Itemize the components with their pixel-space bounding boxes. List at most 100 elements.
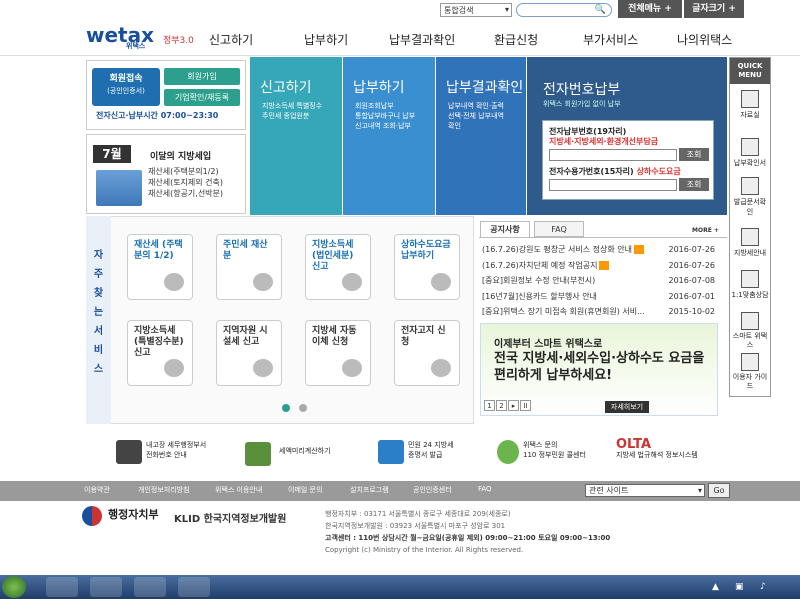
sidebar-char: 비 <box>93 345 104 356</box>
list-item: 재산세(토지제외 건축) <box>148 178 224 187</box>
search-icon[interactable]: 🔍 <box>595 5 606 15</box>
quick-doc-check[interactable]: 발급문서확인 <box>731 177 769 217</box>
ebill-customer-input[interactable] <box>549 179 677 191</box>
bottom-banner-phone[interactable]: 내고장 세무행정부서 전화번호 안내 <box>116 440 216 464</box>
list-item[interactable]: 회원조회납부 <box>355 101 415 111</box>
quick-label: 발급문서확인 <box>733 198 767 216</box>
quick-label: 납부확인서 <box>733 159 767 167</box>
news-title: [중요]회원정보 수정 안내(부천시) <box>482 276 596 285</box>
quick-tax-guide[interactable]: 지방세안내 <box>731 228 769 258</box>
start-icon[interactable] <box>2 576 26 598</box>
footer-link-cert[interactable]: 공인인증센터 <box>413 485 452 495</box>
all-menu-button[interactable]: 전체메뉴 + <box>618 0 682 18</box>
list-item[interactable]: 신고내역 조회·납부 <box>355 121 415 131</box>
quick-pay-confirm[interactable]: 납부확인서 <box>731 138 769 168</box>
nav-report[interactable]: 신고하기 <box>209 31 253 48</box>
panel-pay[interactable]: 납부하기 회원조회납부 통합납부바구니 납부 신고내역 조회·납부 <box>343 57 435 215</box>
panel-pay-result[interactable]: 납부결과확인 납부내역 확인·출력 선택·전체 납부내역 확인 <box>436 57 526 215</box>
go-button[interactable]: Go <box>708 483 730 498</box>
list-item[interactable]: 주민세 종업원분 <box>262 111 322 121</box>
nav-my-wetax[interactable]: 나의위택스 <box>677 31 732 48</box>
news-title: (16.7.26)강원도 평창군 서비스 정상화 안내 <box>482 245 632 254</box>
nav-pay-result[interactable]: 납부결과확인 <box>389 31 455 48</box>
tile-water-bill[interactable]: 상하수도요금 납부하기 <box>394 234 460 300</box>
news-title: (16.7.26)자치단체 예정 작업공지 <box>482 261 598 270</box>
tile-auto-transfer[interactable]: 지방세 자동이체 신청 <box>305 320 371 386</box>
news-item[interactable]: (16.7.26)강원도 평창군 서비스 정상화 안내 2016-07-26 <box>482 244 727 256</box>
join-button[interactable]: 회원가입 <box>164 68 240 85</box>
tab-faq[interactable]: FAQ <box>534 221 584 237</box>
search-input[interactable]: 🔍 <box>516 3 612 17</box>
pager-pause[interactable]: II <box>520 400 531 411</box>
bottom-banner-minwon[interactable]: 민원 24 지방세 증명서 발급 <box>378 440 478 464</box>
tile-income-tax-withholding[interactable]: 지방소득세 (특별징수분) 신고 <box>127 320 193 386</box>
nav-refund[interactable]: 환급신청 <box>494 31 538 48</box>
ebill-number-input[interactable] <box>549 149 677 161</box>
related-site-select[interactable]: 관련 사이트 <box>585 484 705 497</box>
tile-resident-tax[interactable]: 주민세 재산분 <box>216 234 282 300</box>
list-item[interactable]: 통합납부바구니 납부 <box>355 111 415 121</box>
nav-extra-service[interactable]: 부가서비스 <box>583 31 638 48</box>
bban-line: 전화번호 안내 <box>146 451 187 459</box>
panel-report[interactable]: 신고하기 지방소득세 특별징수 주민세 종업원분 <box>250 57 342 215</box>
quick-label: 1:1맞춤상담 <box>731 291 769 299</box>
tile-e-notice[interactable]: 전자고지 신청 <box>394 320 460 386</box>
tile-property-tax-house[interactable]: 재산세 (주택분의 1/2) <box>127 234 193 300</box>
acrobat-taskbar-icon[interactable] <box>178 577 210 597</box>
footer-link-email[interactable]: 이메일 문의 <box>288 485 322 495</box>
tile-income-tax-corp[interactable]: 지방소득세 (법인세분) 신고 <box>305 234 371 300</box>
ebill-sub: 위택스 회원가입 없이 납부 <box>543 100 621 108</box>
footer-link-faq[interactable]: FAQ <box>478 485 492 493</box>
list-item[interactable]: 선택·전체 납부내역 <box>448 111 504 121</box>
news-item[interactable]: [16년7월]신용카드 할부행사 안내 2016-07-01 <box>482 291 727 303</box>
nav-pay[interactable]: 납부하기 <box>304 31 348 48</box>
tile-resource-tax[interactable]: 지역자원 시설세 신고 <box>216 320 282 386</box>
doc-check-icon <box>741 177 759 195</box>
quick-label: 이용자 가이드 <box>732 373 768 390</box>
quick-smart-wetax[interactable]: 스마트 위택스 <box>731 312 769 350</box>
banner-detail-button[interactable]: 자세히보기 <box>605 401 649 413</box>
list-item[interactable]: 확인 <box>448 121 504 131</box>
ebill-title: 전자번호납부 <box>543 82 621 98</box>
network-icon[interactable]: ▣ <box>735 582 744 592</box>
footer-link-guide[interactable]: 위택스 이용안내 <box>215 485 262 495</box>
font-size-button[interactable]: 글자크기 + <box>684 0 744 18</box>
volume-icon[interactable]: ♪ <box>760 582 766 592</box>
app-taskbar-icon[interactable] <box>134 577 166 597</box>
ebill-form: 전자납부번호(19자리) 지방세·지방세외·환경개선부담금 조회 전자수용가번호… <box>542 120 714 200</box>
ie-taskbar-icon[interactable] <box>46 577 78 597</box>
quick-consult[interactable]: 1:1맞춤상담 <box>731 270 769 300</box>
bottom-banner-110[interactable]: 위택스 문의 110 정부민원 콜센터 <box>497 440 597 464</box>
cert-login-button[interactable]: 회원접속 (공인인증서) <box>92 68 160 106</box>
carousel-dot-2[interactable] <box>299 404 307 412</box>
tray-arrow-icon[interactable]: ▲ <box>712 582 719 592</box>
list-item[interactable]: 납부내역 확인·출력 <box>448 101 504 111</box>
footer-link-terms[interactable]: 이용약관 <box>84 485 110 495</box>
bban-line: 민원 24 지방세 <box>408 441 454 449</box>
quick-user-guide[interactable]: 이용자 가이드 <box>731 353 769 391</box>
cert-check-button[interactable]: 기업확인/재등록 <box>164 89 240 106</box>
search-scope-select[interactable]: 통합검색 <box>440 3 512 17</box>
sidebar-char: 스 <box>93 364 104 375</box>
tab-notice[interactable]: 공지사항 <box>480 221 530 237</box>
bottom-banner-olta[interactable]: OLTA 지방세 법규해석 정보시스템 <box>616 438 724 460</box>
explorer-taskbar-icon[interactable] <box>90 577 122 597</box>
ebill-customer-search-button[interactable]: 조회 <box>679 178 709 191</box>
pager-play[interactable]: ▸ <box>508 400 519 411</box>
footer-link-install[interactable]: 설치프로그램 <box>350 485 389 495</box>
footer-link-privacy[interactable]: 개인정보처리방침 <box>138 485 190 495</box>
footer-address: 행정자치부 : 03171 서울특별시 종로구 세종대로 209(세종로) 한국… <box>325 508 610 556</box>
news-item[interactable]: [중요]위택스 장기 미접속 회원(휴면회원) 서비... 2015-10-02 <box>482 306 727 318</box>
pager-1[interactable]: 1 <box>484 400 495 411</box>
ebill-search-button[interactable]: 조회 <box>679 148 709 161</box>
news-item[interactable]: (16.7.26)자치단체 예정 작업공지 2016-07-26 <box>482 260 727 272</box>
carousel-dot-1[interactable] <box>282 404 290 412</box>
folder-icon <box>741 90 759 108</box>
list-item[interactable]: 지방소득세 특별징수 <box>262 101 322 111</box>
more-link[interactable]: MORE + <box>692 227 719 234</box>
news-item[interactable]: [중요]회원정보 수정 안내(부천시) 2016-07-08 <box>482 275 727 287</box>
wetax-logo[interactable]: wetax 위택스 <box>86 23 154 50</box>
pager-2[interactable]: 2 <box>496 400 507 411</box>
bottom-banner-calc[interactable]: 세액미리계산하기 <box>245 442 345 466</box>
quick-archive[interactable]: 자료실 <box>731 90 769 120</box>
